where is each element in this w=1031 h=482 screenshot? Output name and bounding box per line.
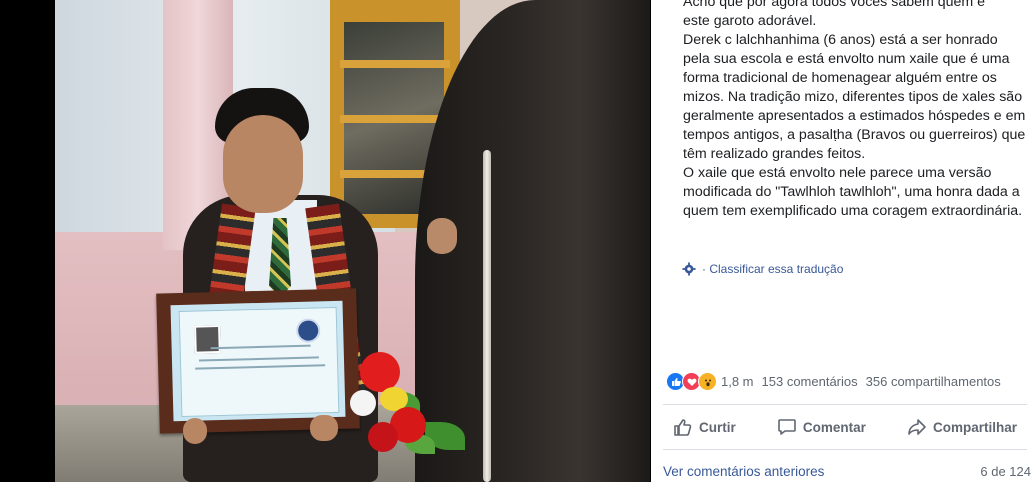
post-sidebar: Acho que por agora todos vocês sabem que… [651, 0, 1031, 482]
photo-robe-cord [483, 150, 491, 482]
rate-translation-label: · Classificar essa tradução [702, 262, 844, 276]
post-actions: Curtir Comentar Compartilhar [663, 407, 1027, 447]
comment-page-count: 6 de 124 [980, 464, 1031, 479]
comments-count[interactable]: 153 comentários [762, 374, 858, 389]
photo-viewer [0, 0, 650, 482]
share-arrow-icon [908, 419, 926, 435]
photo-flowers [350, 352, 470, 462]
reactions-bar: 1,8 m 153 comentários 356 compartilhamen… [666, 372, 1031, 391]
reaction-count[interactable]: 1,8 m [721, 374, 754, 389]
comment-icon [778, 419, 796, 435]
post-text: Acho que por agora todos vocês sabem que… [683, 0, 1026, 219]
photo-certificate [156, 288, 360, 434]
photo-boy-face [223, 115, 303, 213]
post-photo[interactable] [55, 0, 650, 482]
gear-icon [682, 262, 696, 276]
comment-button[interactable]: Comentar [767, 410, 876, 444]
thumbs-up-icon [674, 419, 692, 436]
share-button-label: Compartilhar [932, 419, 1017, 435]
photo-hand [427, 218, 457, 254]
like-button-label: Curtir [699, 419, 736, 435]
shares-count[interactable]: 356 compartilhamentos [866, 374, 1001, 389]
view-previous-comments-link[interactable]: Ver comentários anteriores [663, 464, 824, 479]
divider-top [663, 404, 1027, 405]
share-button[interactable]: Compartilhar [897, 410, 1027, 444]
like-button[interactable]: Curtir [663, 410, 746, 444]
divider-bottom [663, 449, 1027, 450]
photo-boy-hand-right [310, 415, 338, 441]
reaction-icons[interactable] [666, 372, 717, 391]
rate-translation-link[interactable]: · Classificar essa tradução [682, 262, 843, 276]
photo-boy-hand-left [183, 418, 207, 444]
wow-icon [698, 372, 717, 391]
comment-button-label: Comentar [802, 419, 866, 435]
